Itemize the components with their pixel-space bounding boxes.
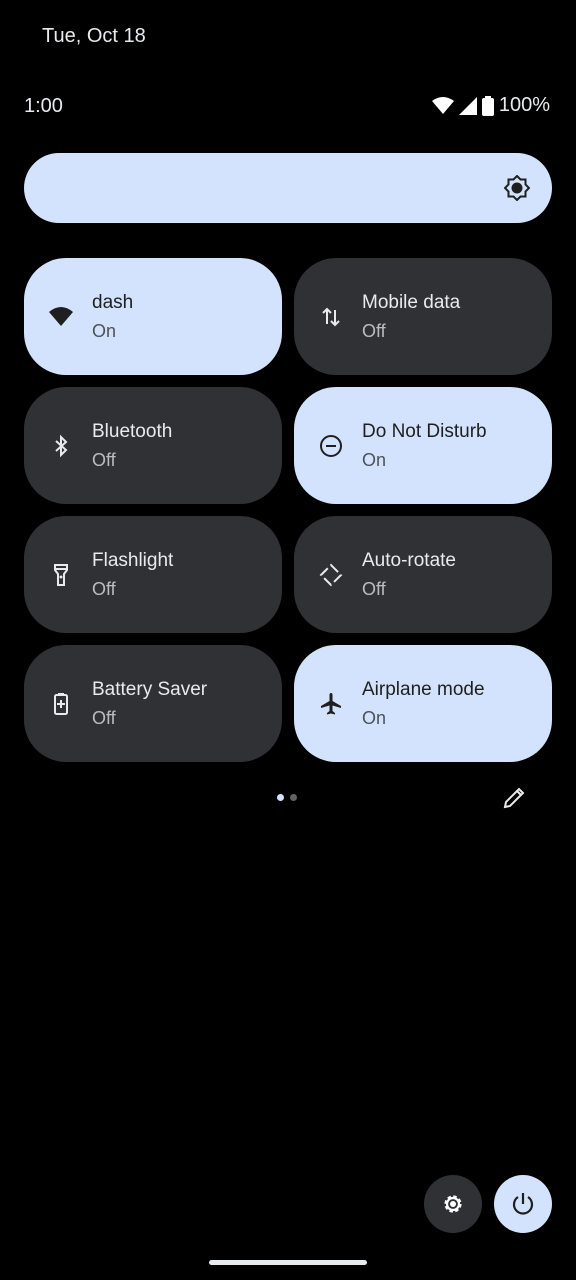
tile-state: Off [92,449,116,470]
tile-dash[interactable]: dash On [24,258,282,375]
tile-state: Off [362,320,386,341]
battery-percent: 100% [498,94,550,116]
tile-label: Flashlight [92,549,174,571]
tile-airplane-mode[interactable]: Airplane mode On [294,645,552,762]
battery-icon [481,95,494,116]
tile-label: Auto-rotate [362,549,456,571]
rotate-icon [319,563,343,586]
tile-label: Bluetooth [92,420,173,442]
date: Tue, Oct 18 [42,25,146,47]
tile-flashlight[interactable]: Flashlight Off [24,516,282,633]
edit-icon[interactable] [501,785,527,811]
tile-label: Mobile data [362,291,461,313]
tile-mobile-data[interactable]: Mobile data Off [294,258,552,375]
tile-state: Off [362,578,386,599]
flashlight-icon [54,563,68,586]
tile-do-not-disturb[interactable]: Do Not Disturb On [294,387,552,504]
gesture-nav-bar[interactable] [209,1260,367,1265]
page-dot-active [277,794,284,801]
tile-state: On [92,320,117,341]
tile-label: Airplane mode [362,678,485,700]
signal-icon [458,96,477,115]
tile-state: On [362,449,387,470]
tile-label: Do Not Disturb [362,420,487,442]
power-icon [512,1193,534,1215]
power-button[interactable] [494,1175,552,1233]
mobile-data-icon [322,307,340,326]
tile-label: Battery Saver [92,678,208,700]
settings-button[interactable] [424,1175,482,1233]
tile-auto-rotate[interactable]: Auto-rotate Off [294,516,552,633]
battery-saver-icon [54,692,68,715]
bluetooth-icon [55,434,68,457]
wifi-icon [431,96,454,114]
dnd-icon [320,434,342,457]
tile-state: Off [92,578,116,599]
gear-icon [444,1195,462,1213]
page-indicator [277,794,297,801]
tile-state: On [362,707,387,728]
tile-battery-saver[interactable]: Battery Saver Off [24,645,282,762]
wifi-icon [49,306,73,326]
tile-state: Off [92,707,116,728]
status-icons: 100% [431,94,550,117]
tile-label: dash [92,291,134,313]
tile-bluetooth[interactable]: Bluetooth Off [24,387,282,504]
airplane-icon [321,692,341,714]
brightness-slider[interactable] [24,153,552,223]
clock: 1:00 [24,95,63,117]
page-dot [290,794,297,801]
brightness-icon [504,175,530,201]
